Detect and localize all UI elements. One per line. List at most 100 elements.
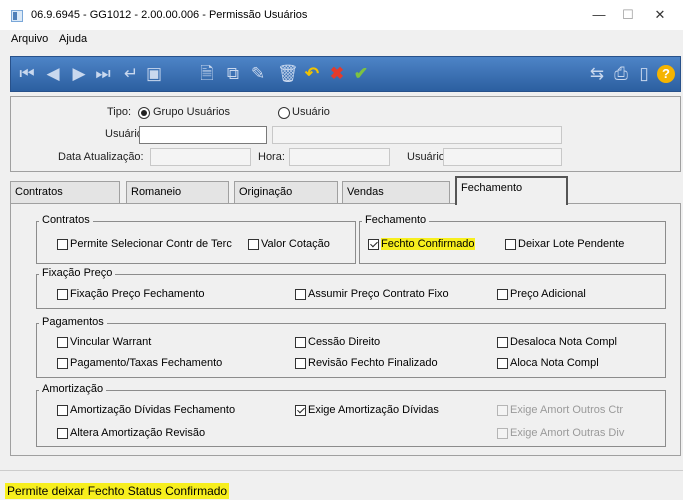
radio-usuario-label: Usuário: [292, 106, 330, 118]
checkbox-label: Valor Cotação: [261, 238, 330, 250]
tab-fechamento[interactable]: Fechamento: [455, 176, 568, 205]
checkbox-label: Cessão Direito: [308, 336, 381, 348]
filter-icon[interactable]: ⇆: [587, 64, 607, 84]
fechto-confirmado-checkbox[interactable]: Fechto Confirmado: [368, 238, 475, 250]
checkbox-label: Exige Amort Outras Div: [510, 427, 625, 439]
return-icon[interactable]: ↵: [121, 64, 141, 84]
last-record-icon[interactable]: ⏭: [93, 64, 113, 84]
edit-icon[interactable]: ✎: [248, 64, 268, 84]
help-icon[interactable]: ?: [657, 65, 675, 83]
tab-romaneio[interactable]: Romaneio: [126, 181, 229, 203]
copy-icon[interactable]: ⧉: [223, 64, 243, 84]
checkbox-box[interactable]: [497, 357, 508, 369]
pagamentos-group-title: Pagamentos: [39, 316, 107, 328]
revisao-fechto-finalizado-checkbox[interactable]: Revisão Fechto Finalizado: [295, 357, 438, 369]
fixacao-preco-fechamento-checkbox[interactable]: Fixação Preço Fechamento: [57, 288, 205, 300]
checkbox-box[interactable]: [248, 238, 259, 250]
undo-icon[interactable]: ↶: [302, 64, 322, 84]
contratos-group-title: Contratos: [39, 214, 93, 226]
checkbox-box[interactable]: [368, 238, 379, 250]
fechamento-tab-panel: Contratos Permite Selecionar Contr de Te…: [10, 203, 681, 456]
window-title: 06.9.6945 - GG1012 - 2.00.00.006 - Permi…: [31, 9, 308, 21]
contratos-group: Contratos Permite Selecionar Contr de Te…: [36, 214, 356, 264]
cessao-direito-checkbox[interactable]: Cessão Direito: [295, 336, 380, 348]
title-bar: 06.9.6945 - GG1012 - 2.00.00.006 - Permi…: [0, 0, 683, 30]
checkbox-box[interactable]: [57, 238, 68, 250]
fechamento-group-title: Fechamento: [362, 214, 430, 226]
new-document-icon[interactable]: 🗎: [197, 64, 217, 84]
permite-selecionar-contr-terc-checkbox[interactable]: Permite Selecionar Contr de Terc: [57, 238, 232, 250]
usuario-description-field: [272, 126, 562, 144]
radio-grupo-usuarios[interactable]: [138, 107, 150, 119]
assumir-preco-contrato-fixo-checkbox[interactable]: Assumir Preço Contrato Fixo: [295, 288, 449, 300]
tab-vendas[interactable]: Vendas: [342, 181, 450, 203]
exige-amort-outros-ctr-checkbox: Exige Amort Outros Ctr: [497, 404, 623, 416]
menu-ajuda[interactable]: Ajuda: [59, 33, 87, 45]
pagamentos-group: Pagamentos Vincular Warrant Cessão Direi…: [36, 316, 666, 378]
checkbox-box[interactable]: [57, 357, 68, 369]
desaloca-nota-compl-checkbox[interactable]: Desaloca Nota Compl: [497, 336, 617, 348]
prev-record-icon[interactable]: ◀: [43, 64, 63, 84]
checkbox-label: Exige Amort Outros Ctr: [510, 404, 624, 416]
exige-amort-outras-div-checkbox: Exige Amort Outras Div: [497, 427, 624, 439]
fixacao-preco-group-title: Fixação Preço: [39, 267, 116, 279]
checkbox-label: Revisão Fechto Finalizado: [308, 357, 438, 369]
checkbox-label: Desaloca Nota Compl: [510, 336, 617, 348]
checkbox-box[interactable]: [57, 336, 68, 348]
preco-adicional-checkbox[interactable]: Preço Adicional: [497, 288, 586, 300]
checkbox-label: Deixar Lote Pendente: [518, 238, 625, 250]
checkbox-box[interactable]: [57, 427, 68, 439]
confirm-icon[interactable]: ✔: [351, 64, 371, 84]
hora-field: [289, 148, 390, 166]
radio-usuario[interactable]: [278, 107, 290, 119]
hora-label: Hora:: [258, 151, 285, 163]
vincular-warrant-checkbox[interactable]: Vincular Warrant: [57, 336, 151, 348]
usuario-input[interactable]: [139, 126, 267, 144]
deixar-lote-pendente-checkbox[interactable]: Deixar Lote Pendente: [505, 238, 624, 250]
minimize-button[interactable]: —: [585, 5, 613, 25]
checkbox-box[interactable]: [295, 404, 306, 416]
aloca-nota-compl-checkbox[interactable]: Aloca Nota Compl: [497, 357, 599, 369]
amortizacao-dividas-fechamento-checkbox[interactable]: Amortização Dívidas Fechamento: [57, 404, 235, 416]
checkbox-label: Exige Amortização Dívidas: [308, 404, 439, 416]
usuario-atualizacao-field: [443, 148, 562, 166]
status-message: Permite deixar Fechto Status Confirmado: [5, 483, 230, 499]
checkbox-label: Altera Amortização Revisão: [70, 427, 206, 439]
altera-amortizacao-revisao-checkbox[interactable]: Altera Amortização Revisão: [57, 427, 205, 439]
cancel-icon[interactable]: ✖: [327, 64, 347, 84]
checkbox-label: Fixação Preço Fechamento: [70, 288, 205, 300]
usuario-atualizacao-label: Usuário:: [407, 151, 448, 163]
close-button[interactable]: ✕: [646, 5, 674, 25]
checkbox-label: Preço Adicional: [510, 288, 586, 300]
checkbox-box[interactable]: [57, 404, 68, 416]
tab-contratos[interactable]: Contratos: [10, 181, 120, 203]
delete-icon[interactable]: 🗑: [277, 64, 299, 84]
exige-amortizacao-dividas-checkbox[interactable]: Exige Amortização Dívidas: [295, 404, 439, 416]
view-icon[interactable]: ▣: [144, 64, 164, 84]
checkbox-box[interactable]: [505, 238, 516, 250]
checkbox-box[interactable]: [295, 357, 306, 369]
checkbox-label: Aloca Nota Compl: [510, 357, 599, 369]
app-icon: [11, 10, 23, 22]
data-atualizacao-label: Data Atualização:: [58, 151, 144, 163]
first-record-icon[interactable]: ⏮: [17, 64, 37, 84]
exit-icon[interactable]: ▯: [634, 64, 654, 84]
print-icon[interactable]: ⎙: [611, 64, 631, 84]
valor-cotacao-checkbox[interactable]: Valor Cotação: [248, 238, 330, 250]
pagamento-taxas-fechamento-checkbox[interactable]: Pagamento/Taxas Fechamento: [57, 357, 222, 369]
checkbox-box[interactable]: [497, 288, 508, 300]
status-bar: Permite deixar Fechto Status Confirmado: [0, 470, 683, 500]
tab-originacao[interactable]: Originação: [234, 181, 338, 203]
menu-arquivo[interactable]: Arquivo: [11, 33, 48, 45]
checkbox-label: Vincular Warrant: [70, 336, 152, 348]
checkbox-label: Pagamento/Taxas Fechamento: [70, 357, 223, 369]
checkbox-box[interactable]: [295, 336, 306, 348]
fixacao-preco-group: Fixação Preço Fixação Preço Fechamento A…: [36, 267, 666, 309]
next-record-icon[interactable]: ▶: [69, 64, 89, 84]
checkbox-box[interactable]: [295, 288, 306, 300]
amortizacao-group: Amortização Amortização Dívidas Fechamen…: [36, 383, 666, 447]
data-atualizacao-field: [150, 148, 251, 166]
checkbox-box[interactable]: [57, 288, 68, 300]
maximize-button[interactable]: ☐: [614, 5, 642, 25]
checkbox-box[interactable]: [497, 336, 508, 348]
